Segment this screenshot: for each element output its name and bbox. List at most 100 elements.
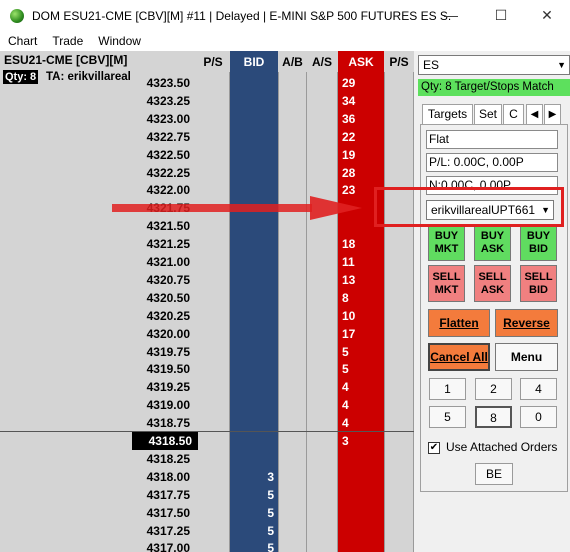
arrow-shaft (112, 204, 312, 212)
ab-header: A/B (282, 54, 303, 69)
price-cell: 4323.25 (146, 93, 190, 108)
qty-button-1[interactable]: 1 (429, 378, 466, 400)
symbol-select[interactable]: ES ▼ (418, 55, 570, 75)
ladder-row[interactable]: 4320.00 17 (0, 325, 414, 343)
price-cell: 4323.00 (146, 111, 190, 126)
ask-size-cell[interactable]: 29 (342, 74, 382, 92)
menu-button[interactable]: Menu (495, 343, 558, 371)
ladder-row[interactable]: 4319.50 5 (0, 360, 414, 378)
ask-header: ASK (338, 51, 384, 72)
ps-right-header: P/S (389, 54, 409, 69)
ladder-row[interactable]: 4320.75 13 (0, 271, 414, 289)
ladder-row[interactable]: 4319.25 4 (0, 378, 414, 396)
bid-size-cell[interactable]: 5 (230, 504, 274, 522)
qty-button-8[interactable]: 8 (475, 406, 512, 428)
ask-size-cell[interactable]: 18 (342, 235, 382, 253)
ladder-row[interactable]: 4321.25 18 (0, 235, 414, 253)
ask-size-cell[interactable]: 5 (342, 343, 382, 361)
buy-bid-button[interactable]: BUY BID (520, 224, 557, 261)
chevron-down-icon: ▼ (557, 60, 566, 70)
ladder-row[interactable]: 4318.00 3 (0, 468, 414, 486)
price-ladder: ESU21-CME [CBV][M] P/S BID A/B A/S ASK P… (0, 51, 414, 552)
ladder-row[interactable]: 4323.25 34 (0, 92, 414, 110)
ask-size-cell[interactable]: 5 (342, 360, 382, 378)
sell-ask-label-2: ASK (480, 283, 505, 296)
ask-size-cell[interactable]: 28 (342, 164, 382, 182)
ladder-row[interactable]: 4320.25 10 (0, 307, 414, 325)
price-cell: 4322.25 (146, 165, 190, 180)
ladder-row[interactable]: 4321.00 11 (0, 253, 414, 271)
menu-window[interactable]: Window (98, 34, 141, 48)
ladder-row[interactable]: 4320.50 8 (0, 289, 414, 307)
ask-size-cell[interactable]: 11 (342, 253, 382, 271)
menu-trade[interactable]: Trade (52, 34, 83, 48)
ask-size-cell[interactable]: 4 (342, 414, 382, 432)
sell-ask-button[interactable]: SELL ASK (474, 265, 511, 302)
sell-bid-button[interactable]: SELL BID (520, 265, 557, 302)
qty-button-0[interactable]: 0 (520, 406, 557, 428)
price-cell: 4320.75 (146, 272, 190, 287)
qty-button-2[interactable]: 2 (475, 378, 512, 400)
sell-bid-label-2: BID (529, 283, 548, 296)
ladder-row[interactable]: 4319.75 5 (0, 343, 414, 361)
tab-set[interactable]: Set (474, 104, 502, 125)
annotation-arrow (112, 196, 362, 220)
ladder-row[interactable]: 4323.50 29 (0, 74, 414, 92)
ask-size-cell[interactable]: 13 (342, 271, 382, 289)
cancel-all-button[interactable]: Cancel All (428, 343, 490, 371)
sell-mkt-label-1: SELL (432, 270, 461, 283)
ladder-row[interactable]: 4322.75 22 (0, 128, 414, 146)
inside-market-separator (0, 431, 414, 432)
maximize-button[interactable]: ☐ (478, 0, 524, 30)
price-cell: 4323.50 (146, 76, 190, 90)
ask-size-cell[interactable]: 34 (342, 92, 382, 110)
qty-button-4[interactable]: 4 (520, 378, 557, 400)
ask-size-cell[interactable]: 4 (342, 396, 382, 414)
ask-size-cell[interactable]: 8 (342, 289, 382, 307)
buy-mkt-label-2: MKT (434, 242, 459, 255)
tab-scroll-left-icon[interactable]: ◀ (526, 104, 543, 125)
tab-scroll-right-icon[interactable]: ▶ (544, 104, 561, 125)
ladder-row[interactable]: 4318.50 3 (0, 432, 414, 450)
price-cell: 4322.50 (146, 147, 190, 162)
ask-size-cell[interactable]: 19 (342, 146, 382, 164)
buy-ask-button[interactable]: BUY ASK (474, 224, 511, 261)
qty-button-5[interactable]: 5 (429, 406, 466, 428)
price-cell: 4320.25 (146, 308, 190, 323)
ladder-row[interactable]: 4323.00 36 (0, 110, 414, 128)
buy-mkt-button[interactable]: BUY MKT (428, 224, 465, 261)
bid-size-cell[interactable]: 5 (230, 539, 274, 552)
ladder-row[interactable]: 4318.25 (0, 450, 414, 468)
ask-size-cell[interactable]: 10 (342, 307, 382, 325)
ladder-row[interactable]: 4322.25 28 (0, 164, 414, 182)
use-attached-orders-label: Use Attached Orders (446, 440, 558, 454)
ask-size-cell[interactable]: 17 (342, 325, 382, 343)
use-attached-orders-checkbox[interactable]: ✔ (428, 442, 440, 454)
ladder-row[interactable]: 4317.75 5 (0, 486, 414, 504)
reverse-button[interactable]: Reverse (495, 309, 558, 337)
ladder-row[interactable]: 4317.25 5 (0, 522, 414, 540)
ask-size-cell[interactable]: 36 (342, 110, 382, 128)
tab-c[interactable]: C (503, 104, 524, 125)
ladder-row[interactable]: 4319.00 4 (0, 396, 414, 414)
bid-size-cell[interactable]: 5 (230, 486, 274, 504)
ask-size-cell[interactable]: 3 (342, 432, 382, 450)
ladder-row[interactable]: 4317.50 5 (0, 504, 414, 522)
arrow-head (310, 196, 362, 220)
ask-size-cell[interactable]: 22 (342, 128, 382, 146)
ladder-row[interactable]: 4317.00 5 (0, 539, 414, 552)
sell-mkt-button[interactable]: SELL MKT (428, 265, 465, 302)
close-button[interactable]: ✕ (524, 0, 570, 30)
ladder-row[interactable]: 4318.75 4 (0, 414, 414, 432)
ask-size-cell[interactable]: 4 (342, 378, 382, 396)
be-button[interactable]: BE (475, 463, 513, 485)
ladder-row[interactable]: 4322.50 19 (0, 146, 414, 164)
flatten-button[interactable]: Flatten (428, 309, 490, 337)
menu-chart[interactable]: Chart (8, 34, 37, 48)
bid-size-cell[interactable]: 3 (230, 468, 274, 486)
price-cell: 4321.00 (146, 255, 190, 269)
buy-bid-label-1: BUY (526, 229, 551, 242)
bid-size-cell[interactable]: 5 (230, 522, 274, 540)
tab-targets[interactable]: Targets (422, 104, 473, 125)
minimize-button[interactable]: — (428, 0, 474, 30)
